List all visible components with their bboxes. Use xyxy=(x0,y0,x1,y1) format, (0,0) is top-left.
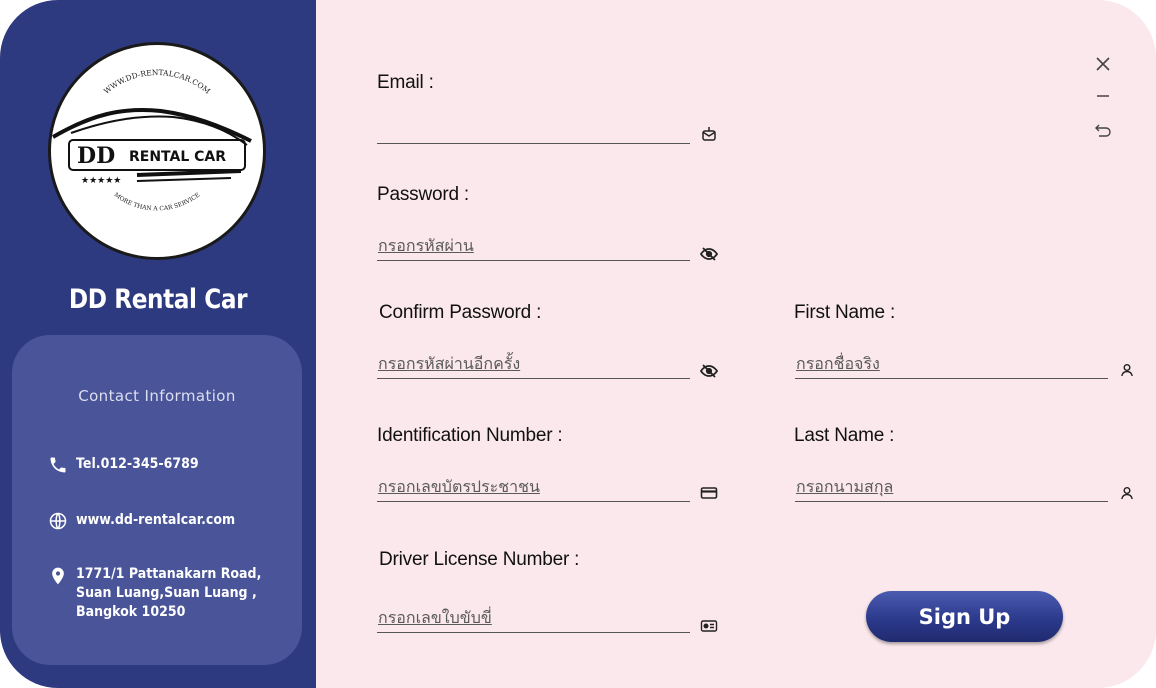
email-input[interactable] xyxy=(377,116,690,144)
eye-slash-icon[interactable] xyxy=(699,244,719,264)
contact-phone: Tel.012-345-6789 xyxy=(48,455,212,475)
minimize-icon[interactable] xyxy=(1091,84,1115,108)
password-label: Password : xyxy=(377,184,469,205)
mail-icon xyxy=(699,124,719,144)
user-icon xyxy=(1117,360,1137,380)
sidebar: WWW.DD-RENTALCAR.COM MORE THAN A CAR SER… xyxy=(0,0,316,688)
svg-text:★★★★★: ★★★★★ xyxy=(81,176,121,186)
last-name-input[interactable] xyxy=(795,474,1108,502)
eye-slash-icon[interactable] xyxy=(699,361,719,381)
sign-up-button[interactable]: Sign Up xyxy=(866,591,1063,642)
website-link[interactable]: www.dd-rentalcar.com xyxy=(76,511,235,530)
license-number-label: Driver License Number : xyxy=(379,549,580,570)
user-icon xyxy=(1117,483,1137,503)
svg-text:WWW.DD-RENTALCAR.COM: WWW.DD-RENTALCAR.COM xyxy=(102,68,212,96)
phone-icon xyxy=(48,455,76,475)
id-number-input[interactable] xyxy=(377,474,690,502)
location-pin-icon xyxy=(48,565,76,587)
brand-logo: WWW.DD-RENTALCAR.COM MORE THAN A CAR SER… xyxy=(48,42,266,260)
last-name-label: Last Name : xyxy=(794,425,895,446)
password-input[interactable] xyxy=(377,233,690,261)
id-card-icon xyxy=(699,483,719,503)
id-number-label: Identification Number : xyxy=(377,425,563,446)
license-icon xyxy=(699,616,719,636)
contact-website: www.dd-rentalcar.com xyxy=(48,511,253,531)
svg-text:RENTAL CAR: RENTAL CAR xyxy=(129,149,226,165)
signup-window: WWW.DD-RENTALCAR.COM MORE THAN A CAR SER… xyxy=(0,0,1156,688)
contact-card: Contact Information Tel.012-345-6789 www… xyxy=(12,335,302,665)
back-icon[interactable] xyxy=(1091,118,1115,142)
confirm-password-label: Confirm Password : xyxy=(379,302,542,323)
address-text: 1771/1 Pattanakarn Road, Suan Luang,Suan… xyxy=(76,566,262,620)
confirm-password-input[interactable] xyxy=(377,351,690,379)
brand-title: DD Rental Car xyxy=(68,284,248,315)
first-name-input[interactable] xyxy=(795,351,1108,379)
svg-text:DD: DD xyxy=(77,143,115,169)
license-number-input[interactable] xyxy=(377,605,690,633)
phone-number: Tel.012-345-6789 xyxy=(76,456,199,472)
svg-text:MORE THAN A CAR SERVICE: MORE THAN A CAR SERVICE xyxy=(113,191,202,212)
first-name-label: First Name : xyxy=(794,302,896,323)
close-icon[interactable] xyxy=(1091,52,1115,76)
contact-title: Contact Information xyxy=(78,387,236,405)
email-label: Email : xyxy=(377,72,434,93)
globe-icon xyxy=(48,511,76,531)
contact-address: 1771/1 Pattanakarn Road, Suan Luang,Suan… xyxy=(48,565,282,622)
